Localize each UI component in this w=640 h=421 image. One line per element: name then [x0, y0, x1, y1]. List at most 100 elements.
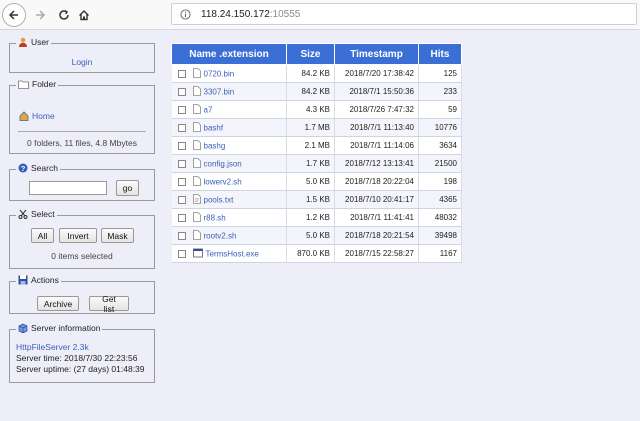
- browser-toolbar: 118.24.150.172:10555: [0, 0, 640, 30]
- file-icon: [192, 175, 201, 188]
- row-checkbox[interactable]: [177, 69, 186, 78]
- column-header-name[interactable]: Name .extension: [171, 43, 287, 65]
- file-link[interactable]: TermsHost.exe: [206, 249, 259, 258]
- file-name-cell: 3307.bin: [171, 82, 287, 101]
- server-name-link[interactable]: HttpFileServer 2.3k: [16, 342, 89, 352]
- user-icon: [18, 37, 28, 47]
- server-time: Server time: 2018/7/30 22:23:56: [16, 353, 138, 363]
- actions-legend: Actions: [16, 275, 61, 285]
- user-legend-label: User: [31, 37, 49, 47]
- file-link[interactable]: bashf: [204, 123, 224, 132]
- server-info-legend-label: Server information: [31, 323, 101, 333]
- home-button[interactable]: [72, 3, 96, 27]
- file-name-cell: r88.sh: [171, 208, 287, 227]
- arrow-right-icon: [36, 10, 46, 20]
- file-timestamp-cell: 2018/7/18 20:22:04: [334, 172, 419, 191]
- column-header-size[interactable]: Size: [286, 43, 335, 65]
- file-link[interactable]: config.json: [204, 159, 242, 168]
- exe-icon: [192, 248, 203, 260]
- invert-selection-button[interactable]: Invert: [59, 228, 97, 243]
- row-checkbox[interactable]: [177, 123, 186, 132]
- file-timestamp-cell: 2018/7/20 17:38:42: [334, 64, 419, 83]
- file-hits-cell: 4365: [418, 190, 462, 209]
- login-link[interactable]: Login: [72, 57, 93, 67]
- table-row: bashf 1.7 MB 2018/7/1 11:13:40 10776: [171, 118, 462, 137]
- back-button[interactable]: [2, 3, 26, 27]
- row-checkbox[interactable]: [177, 213, 186, 222]
- user-panel: User Login: [9, 37, 155, 73]
- go-button[interactable]: go: [116, 180, 139, 196]
- file-icon: [192, 157, 201, 170]
- file-link[interactable]: 0720.bin: [204, 69, 235, 78]
- file-timestamp-cell: 2018/7/10 20:41:17: [334, 190, 419, 209]
- folder-legend: Folder: [16, 79, 59, 89]
- file-timestamp-cell: 2018/7/1 11:13:40: [334, 118, 419, 137]
- file-icon: [192, 67, 201, 80]
- file-hits-cell: 1167: [418, 244, 462, 263]
- column-header-hits[interactable]: Hits: [418, 43, 462, 65]
- file-timestamp-cell: 2018/7/18 20:21:54: [334, 226, 419, 245]
- file-name-cell: a7: [171, 100, 287, 119]
- address-bar[interactable]: 118.24.150.172:10555: [171, 3, 637, 25]
- file-link[interactable]: rootv2.sh: [204, 231, 237, 240]
- row-checkbox[interactable]: [177, 159, 186, 168]
- folder-panel: Folder Home 0 folders, 11 files, 4.8 Mby…: [9, 79, 155, 154]
- file-table: Name .extension Size Timestamp Hits 0720…: [171, 43, 462, 263]
- file-size-cell: 1.7 MB: [286, 118, 335, 137]
- file-icon: [192, 121, 201, 134]
- file-name-cell: bashf: [171, 118, 287, 137]
- mask-button[interactable]: Mask: [101, 228, 134, 243]
- selected-count: 0 items selected: [51, 251, 113, 261]
- file-icon: [192, 85, 201, 98]
- column-header-timestamp[interactable]: Timestamp: [334, 43, 419, 65]
- file-link[interactable]: pools.txt: [204, 195, 234, 204]
- file-timestamp-cell: 2018/7/12 13:13:41: [334, 154, 419, 173]
- file-link[interactable]: r88.sh: [204, 213, 226, 222]
- forward-button[interactable]: [28, 3, 52, 27]
- file-size-cell: 1.2 KB: [286, 208, 335, 227]
- home-icon: [79, 10, 89, 21]
- user-legend: User: [16, 37, 51, 47]
- table-row: pools.txt 1.5 KB 2018/7/10 20:41:17 4365: [171, 190, 462, 209]
- row-checkbox[interactable]: [177, 177, 186, 186]
- info-icon[interactable]: [180, 8, 191, 20]
- row-checkbox[interactable]: [177, 141, 186, 150]
- file-size-cell: 5.0 KB: [286, 172, 335, 191]
- file-name-cell: lowerv2.sh: [171, 172, 287, 191]
- actions-legend-label: Actions: [31, 275, 59, 285]
- table-row: config.json 1.7 KB 2018/7/12 13:13:41 21500: [171, 154, 462, 173]
- folder-stats: 0 folders, 11 files, 4.8 Mbytes: [27, 138, 137, 148]
- file-name-cell: 0720.bin: [171, 64, 287, 83]
- file-name-cell: rootv2.sh: [171, 226, 287, 245]
- file-size-cell: 4.3 KB: [286, 100, 335, 119]
- file-hits-cell: 3634: [418, 136, 462, 155]
- server-info-panel: Server information HttpFileServer 2.3k S…: [9, 323, 155, 383]
- search-input[interactable]: [29, 181, 107, 195]
- row-checkbox[interactable]: [177, 105, 186, 114]
- file-link[interactable]: a7: [204, 105, 213, 114]
- url-host: 118.24.150.172: [201, 8, 270, 20]
- row-checkbox[interactable]: [177, 195, 186, 204]
- home-link[interactable]: Home: [32, 111, 55, 121]
- file-size-cell: 84.2 KB: [286, 64, 335, 83]
- row-checkbox[interactable]: [177, 249, 186, 258]
- table-row: lowerv2.sh 5.0 KB 2018/7/18 20:22:04 198: [171, 172, 462, 191]
- table-row: 0720.bin 84.2 KB 2018/7/20 17:38:42 125: [171, 64, 462, 83]
- select-all-button[interactable]: All: [31, 228, 54, 243]
- row-checkbox[interactable]: [177, 231, 186, 240]
- home-icon: [19, 111, 29, 121]
- file-timestamp-cell: 2018/7/26 7:47:32: [334, 100, 419, 119]
- file-name-cell: config.json: [171, 154, 287, 173]
- file-link[interactable]: lowerv2.sh: [204, 177, 242, 186]
- file-link[interactable]: 3307.bin: [204, 87, 235, 96]
- actions-panel: Actions Archive Get list: [9, 275, 155, 314]
- text-file-icon: [192, 193, 201, 206]
- row-checkbox[interactable]: [177, 87, 186, 96]
- folder-icon: [18, 79, 29, 89]
- file-hits-cell: 48032: [418, 208, 462, 227]
- file-timestamp-cell: 2018/7/1 11:14:06: [334, 136, 419, 155]
- file-size-cell: 5.0 KB: [286, 226, 335, 245]
- get-list-button[interactable]: Get list: [89, 294, 129, 314]
- archive-button[interactable]: Archive: [37, 296, 79, 311]
- file-link[interactable]: bashg: [204, 141, 226, 150]
